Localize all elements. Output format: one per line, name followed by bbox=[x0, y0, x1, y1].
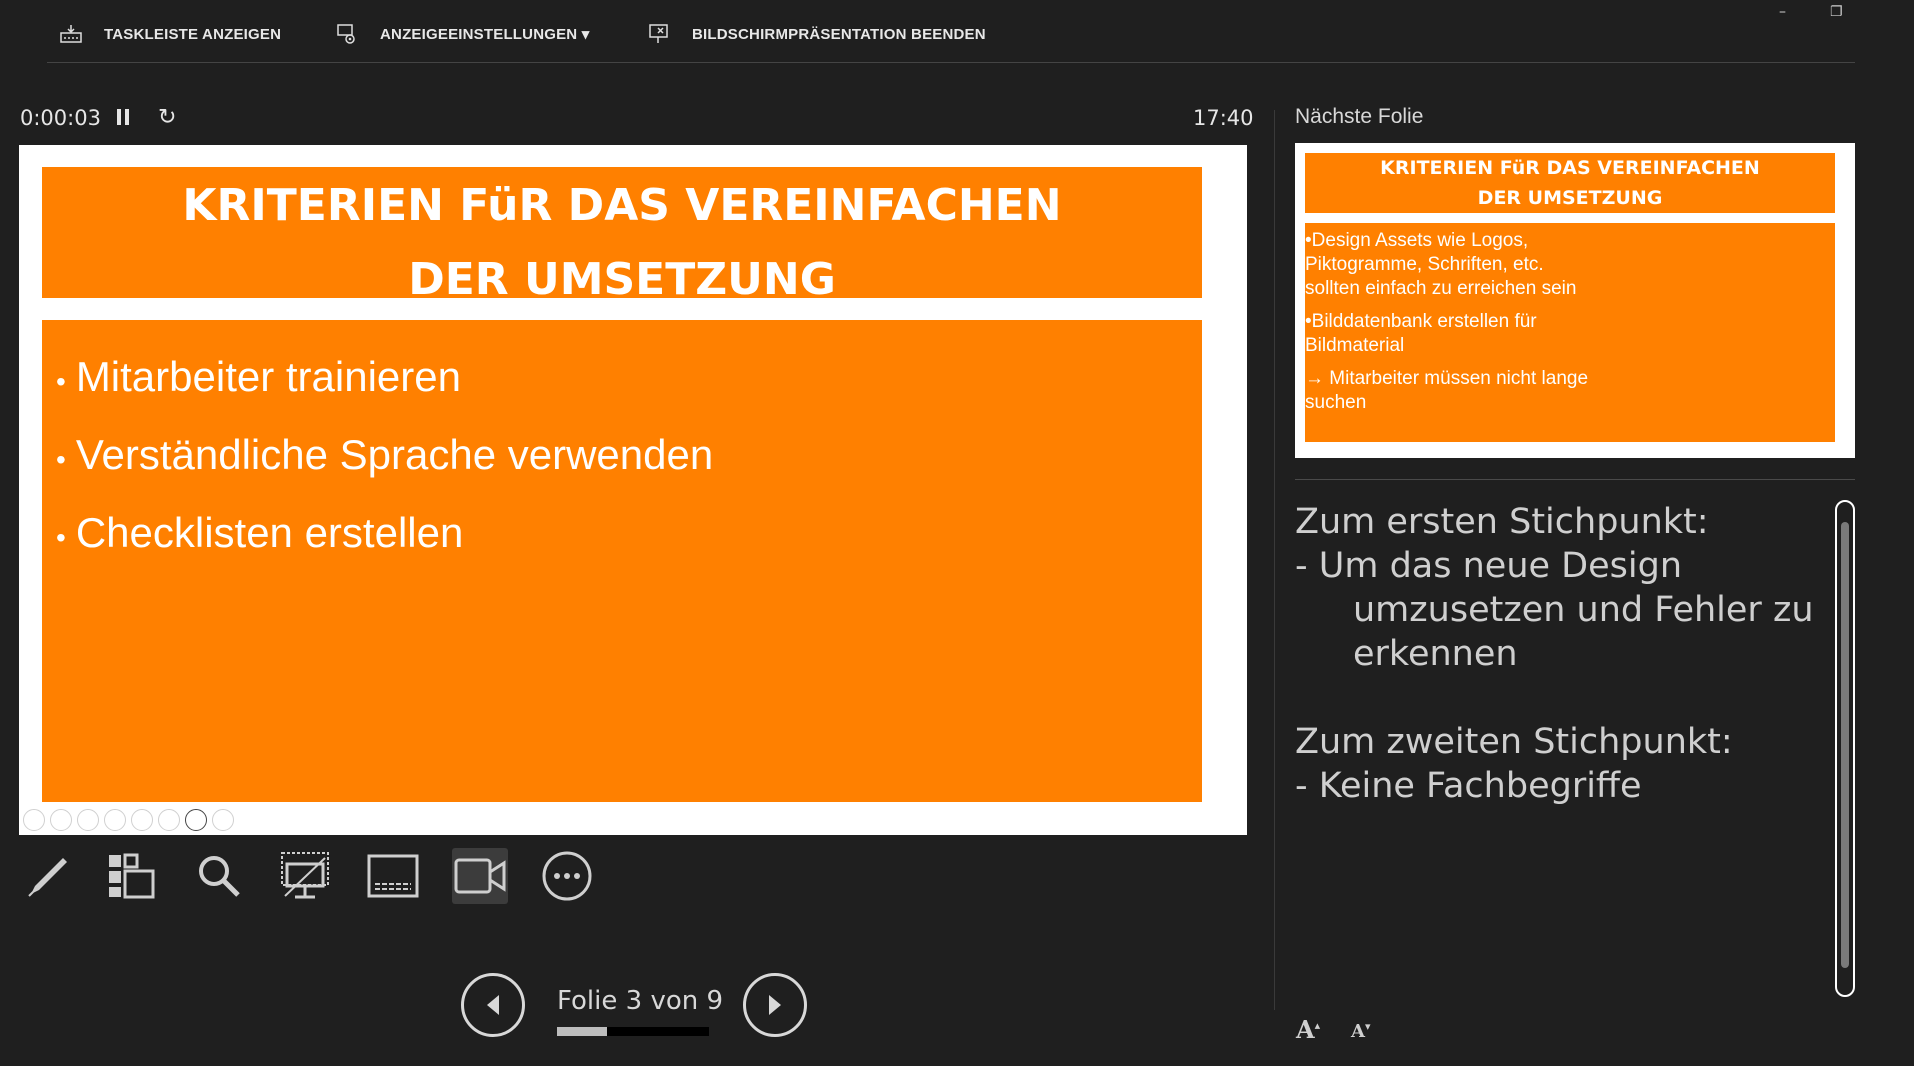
notes-scroll-thumb[interactable] bbox=[1841, 522, 1849, 968]
end-slideshow-label: BILDSCHIRMPRÄSENTATION BEENDEN bbox=[692, 25, 986, 43]
mini-more-icon[interactable] bbox=[212, 809, 234, 831]
next-slide-body: •Design Assets wie Logos, Piktogramme, S… bbox=[1305, 223, 1835, 442]
mini-camera-icon[interactable] bbox=[185, 809, 207, 831]
more-options-button[interactable] bbox=[539, 848, 595, 904]
slide-progress-bar bbox=[557, 1027, 709, 1036]
show-taskbar-label: TASKLEISTE ANZEIGEN bbox=[104, 25, 282, 43]
notes-line: Zum zweiten Stichpunkt: bbox=[1295, 722, 1733, 762]
display-settings-button[interactable]: ANZEIGEEINSTELLUNGEN ▾ bbox=[336, 22, 589, 46]
next-slide-paragraph: •Design Assets wie Logos, Piktogramme, S… bbox=[1305, 230, 1577, 299]
notes-line: erkennen bbox=[1353, 634, 1518, 674]
taskbar-icon bbox=[60, 25, 82, 43]
zoom-button[interactable] bbox=[191, 848, 247, 904]
slide-progress-fill bbox=[557, 1027, 608, 1036]
notes-line: - Um das neue Design bbox=[1295, 546, 1683, 586]
more-icon bbox=[542, 851, 592, 901]
end-show-icon bbox=[649, 24, 668, 43]
increase-font-icon: A bbox=[1296, 1015, 1315, 1044]
show-taskbar-button[interactable]: TASKLEISTE ANZEIGEN bbox=[60, 22, 281, 46]
subtitles-button[interactable] bbox=[365, 848, 421, 904]
next-slide-paragraph: → Mitarbeiter müssen nicht lange suchen bbox=[1305, 368, 1589, 413]
notes-scrollbar[interactable] bbox=[1835, 500, 1855, 997]
mini-pen-icon[interactable] bbox=[77, 809, 99, 831]
zoom-icon bbox=[199, 856, 240, 897]
end-slideshow-button[interactable]: BILDSCHIRMPRÄSENTATION BEENDEN bbox=[648, 22, 986, 46]
display-settings-label: ANZEIGEEINSTELLUNGEN ▾ bbox=[380, 26, 590, 43]
slide-bullet: • Checklisten erstellen bbox=[56, 509, 464, 556]
next-slide-title: KRITERIEN FüR DAS VEREINFACHEN DER UMSET… bbox=[1305, 153, 1835, 213]
black-screen-button[interactable] bbox=[277, 848, 333, 904]
see-all-slides-button[interactable] bbox=[103, 848, 159, 904]
next-icon bbox=[769, 995, 781, 1015]
slide-body: • Mitarbeiter trainieren • Verständliche S… bbox=[42, 320, 1202, 802]
notes-line: Zum ersten Stichpunkt: bbox=[1295, 502, 1709, 542]
notes-line: - Keine Fachbegriffe bbox=[1295, 766, 1642, 806]
notes-line: umzusetzen und Fehler zu bbox=[1353, 590, 1814, 630]
camera-icon bbox=[454, 858, 506, 894]
slide-title-line2: DER UMSETZUNG bbox=[408, 254, 836, 305]
slides-grid-icon bbox=[109, 853, 155, 899]
increase-font-button[interactable]: A▴ bbox=[1296, 1015, 1320, 1044]
restart-icon: ↻ bbox=[158, 105, 177, 130]
decrease-font-button[interactable]: A▾ bbox=[1351, 1020, 1371, 1042]
next-slide-preview[interactable]: KRITERIEN FüR DAS VEREINFACHEN DER UMSET… bbox=[1295, 143, 1855, 458]
toolbar-divider bbox=[47, 62, 1855, 63]
slide-title: KRITERIEN FüR DAS VEREINFACHEN DER UMSET… bbox=[42, 167, 1202, 305]
mini-prev-icon[interactable] bbox=[23, 809, 45, 831]
clock: 17:40 bbox=[1193, 106, 1254, 130]
elapsed-timer: 0:00:03 bbox=[20, 106, 101, 130]
mini-subtitle-icon[interactable] bbox=[158, 809, 180, 831]
speaker-notes[interactable]: Zum ersten Stichpunkt: - Um das neue Des… bbox=[1295, 500, 1815, 808]
next-slide-paragraph: •Bilddatenbank erstellen für Bildmateria… bbox=[1305, 311, 1537, 356]
subtitles-icon bbox=[367, 854, 419, 898]
next-slide-button[interactable] bbox=[743, 973, 807, 1037]
current-slide[interactable]: KRITERIEN FüR DAS VEREINFACHEN DER UMSET… bbox=[19, 145, 1247, 835]
slide-bullet: • Mitarbeiter trainieren bbox=[56, 353, 461, 400]
notes-blank-line bbox=[1295, 676, 1815, 720]
pen-tool-button[interactable] bbox=[19, 848, 75, 904]
prev-icon bbox=[487, 995, 499, 1015]
notes-divider[interactable] bbox=[1295, 479, 1855, 480]
restart-timer-button[interactable]: ↻ bbox=[158, 105, 176, 130]
pause-icon bbox=[117, 109, 129, 125]
mini-grid-icon[interactable] bbox=[104, 809, 126, 831]
previous-slide-button[interactable] bbox=[461, 973, 525, 1037]
pause-button[interactable] bbox=[116, 108, 130, 130]
restore-button[interactable]: ❐ bbox=[1830, 4, 1843, 20]
mini-next-icon[interactable] bbox=[50, 809, 72, 831]
next-slide-label: Nächste Folie bbox=[1295, 105, 1424, 128]
camera-toggle-button[interactable] bbox=[452, 848, 508, 904]
slide-mini-controls bbox=[23, 809, 234, 831]
slide-title-line1: KRITERIEN FüR DAS VEREINFACHEN bbox=[182, 180, 1062, 231]
pen-icon bbox=[28, 858, 67, 897]
slide-counter[interactable]: Folie 3 von 9 bbox=[557, 986, 723, 1016]
decrease-font-icon: A bbox=[1351, 1021, 1365, 1042]
mini-zoom-icon[interactable] bbox=[131, 809, 153, 831]
black-screen-icon bbox=[281, 852, 329, 899]
display-settings-icon bbox=[337, 24, 355, 44]
slide-bullet: • Verständliche Sprache verwenden bbox=[56, 431, 714, 478]
minimize-button[interactable]: – bbox=[1779, 4, 1786, 20]
pane-divider[interactable] bbox=[1274, 110, 1275, 1010]
